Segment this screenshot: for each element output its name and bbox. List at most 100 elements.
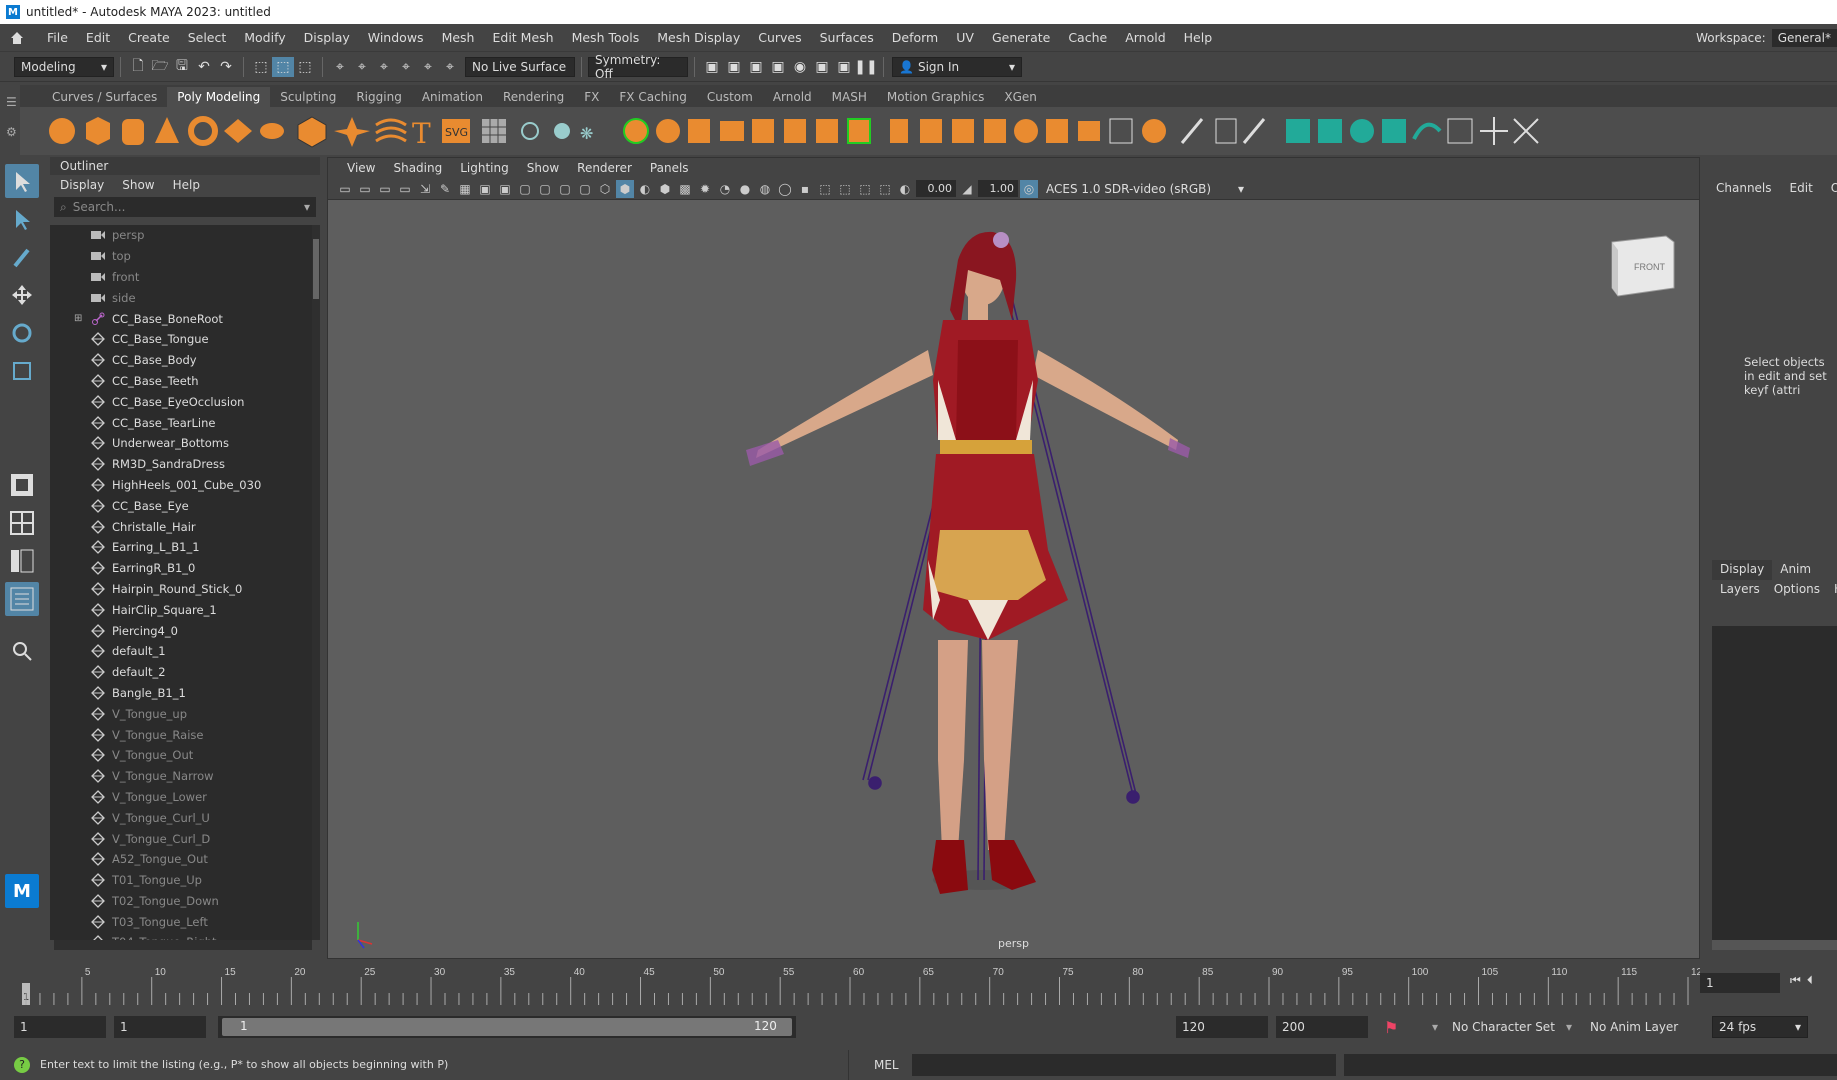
xray-icon[interactable]: ⬚ bbox=[836, 180, 854, 198]
outliner-item[interactable]: V_Tongue_Narrow bbox=[50, 766, 312, 787]
shelf-tab-motion-graphics[interactable]: Motion Graphics bbox=[877, 87, 995, 107]
menu-mesh-tools[interactable]: Mesh Tools bbox=[563, 30, 649, 45]
viewport-menu-shading[interactable]: Shading bbox=[384, 161, 451, 175]
viewport-menu-panels[interactable]: Panels bbox=[641, 161, 698, 175]
home-icon[interactable] bbox=[8, 29, 26, 47]
menu-modify[interactable]: Modify bbox=[235, 30, 294, 45]
render-frame-icon[interactable]: ▣ bbox=[701, 57, 723, 77]
separate-icon[interactable] bbox=[554, 123, 570, 139]
outliner-item[interactable]: Hairpin_Round_Stick_0 bbox=[50, 579, 312, 600]
select-tool-icon[interactable] bbox=[5, 164, 39, 198]
command-input[interactable] bbox=[912, 1054, 1336, 1076]
anim-layer-label[interactable]: No Anim Layer bbox=[1590, 1020, 1678, 1034]
super-shape-icon[interactable] bbox=[334, 117, 370, 147]
poly-cube-icon[interactable] bbox=[86, 117, 110, 145]
textured-icon[interactable]: ▩ bbox=[676, 180, 694, 198]
layer-tab-anim[interactable]: Anim bbox=[1772, 560, 1819, 580]
render-view-icon[interactable]: ▣ bbox=[811, 57, 833, 77]
time-slider[interactable]: 1 5 10 15 20 25 30 35 40 45 50 55 60 65 70 75 80 85 90 95 1… bbox=[0, 963, 1837, 1005]
shelf-tab-fx[interactable]: FX bbox=[574, 87, 609, 107]
arnold-render-icon[interactable]: ▣ bbox=[833, 57, 855, 77]
circularize-icon[interactable] bbox=[1014, 119, 1038, 143]
menu-mesh-display[interactable]: Mesh Display bbox=[648, 30, 749, 45]
layer-menu-item[interactable]: Layers bbox=[1720, 582, 1760, 596]
fill-hole-icon[interactable] bbox=[784, 119, 806, 143]
menu-windows[interactable]: Windows bbox=[359, 30, 433, 45]
workspace-selector[interactable]: Workspace: General* bbox=[1696, 24, 1837, 52]
outliner-horizontal-scrollbar[interactable] bbox=[54, 940, 312, 950]
boolean-icon[interactable] bbox=[623, 118, 649, 144]
xray-active-icon[interactable]: ⬚ bbox=[856, 180, 874, 198]
outliner-item[interactable]: persp bbox=[50, 225, 312, 246]
viewport-menu-renderer[interactable]: Renderer bbox=[568, 161, 641, 175]
shelf-tab-xgen[interactable]: XGen bbox=[994, 87, 1047, 107]
gamma-icon[interactable]: ◢ bbox=[958, 180, 976, 198]
poly-torus-icon[interactable] bbox=[188, 116, 218, 146]
menu-arnold[interactable]: Arnold bbox=[1116, 30, 1174, 45]
svg-tool-icon[interactable]: SVG bbox=[442, 119, 470, 143]
type-tool-icon[interactable]: T bbox=[412, 117, 431, 150]
menu-generate[interactable]: Generate bbox=[983, 30, 1059, 45]
chevron-down-icon[interactable]: ▾ bbox=[1432, 1020, 1438, 1034]
outliner-menu-display[interactable]: Display bbox=[60, 178, 104, 192]
character-model[interactable] bbox=[746, 231, 1190, 894]
chevron-down-icon[interactable]: ▾ bbox=[1566, 1020, 1572, 1034]
outliner-search[interactable]: ⌕ Search... ▾ bbox=[54, 197, 316, 217]
outliner-item[interactable]: CC_Base_Teeth bbox=[50, 371, 312, 392]
wedge-icon[interactable] bbox=[1046, 119, 1068, 143]
layer-list[interactable] bbox=[1712, 626, 1837, 946]
menu-select[interactable]: Select bbox=[179, 30, 236, 45]
poly-plane-icon[interactable] bbox=[224, 119, 252, 143]
safe-action-icon[interactable]: ▢ bbox=[556, 180, 574, 198]
symmetry-dropdown[interactable]: Symmetry: Off bbox=[588, 53, 688, 81]
connect-icon[interactable] bbox=[890, 119, 908, 143]
hypershade-icon[interactable]: ◉ bbox=[789, 57, 811, 77]
outliner-item[interactable]: front bbox=[50, 267, 312, 288]
gamma-field[interactable]: 1.00 bbox=[978, 180, 1018, 197]
outliner-layout-icon[interactable] bbox=[5, 582, 39, 616]
combine-icon[interactable] bbox=[521, 122, 539, 140]
uv-spherical-icon[interactable] bbox=[1350, 119, 1374, 143]
shelf-settings-icon[interactable]: ⚙ bbox=[6, 125, 20, 139]
outliner-item[interactable]: Christalle_Hair bbox=[50, 516, 312, 537]
playback-start-field[interactable]: 1 bbox=[114, 1016, 206, 1038]
sculpt-icon[interactable] bbox=[1180, 118, 1204, 144]
bridge-icon[interactable] bbox=[720, 121, 744, 141]
single-perspective-layout-icon[interactable] bbox=[5, 468, 39, 502]
outliner-item[interactable]: T03_Tongue_Left bbox=[50, 911, 312, 932]
shelf-tab-sculpting[interactable]: Sculpting bbox=[270, 87, 346, 107]
go-to-start-icon[interactable]: ⏮ bbox=[1790, 973, 1801, 988]
outliner-item[interactable]: CC_Base_TearLine bbox=[50, 412, 312, 433]
outliner-item[interactable]: Earring_L_B1_1 bbox=[50, 537, 312, 558]
multi-cut-icon[interactable] bbox=[816, 119, 838, 143]
exposure-icon[interactable]: ◐ bbox=[896, 180, 914, 198]
channel-menu-edit[interactable]: Edit bbox=[1790, 181, 1813, 195]
outliner-item[interactable]: CC_Base_Body bbox=[50, 350, 312, 371]
safe-title-icon[interactable]: ▢ bbox=[576, 180, 594, 198]
shelf-tab-fx-caching[interactable]: FX Caching bbox=[609, 87, 696, 107]
outliner-list[interactable]: persp top front side ⊞ CC_Base_BoneRoot CC_Bas… bbox=[50, 225, 312, 940]
playback-end-field[interactable]: 120 bbox=[1176, 1016, 1268, 1038]
select-object-icon[interactable]: ⬚ bbox=[272, 56, 294, 77]
outliner-item[interactable]: V_Tongue_up bbox=[50, 703, 312, 724]
shelf-tab-curves-surfaces[interactable]: Curves / Surfaces bbox=[42, 87, 167, 107]
range-handle[interactable] bbox=[222, 1018, 792, 1036]
undo-icon[interactable]: ↶ bbox=[193, 57, 215, 77]
poke-icon[interactable] bbox=[1078, 121, 1100, 141]
shelf-menu-icon[interactable]: ☰ bbox=[6, 95, 20, 109]
menu-deform[interactable]: Deform bbox=[883, 30, 947, 45]
platonic-solid-icon[interactable] bbox=[297, 116, 327, 148]
outliner-item[interactable]: ⊞ CC_Base_BoneRoot bbox=[50, 308, 312, 329]
shelf-tab-mash[interactable]: MASH bbox=[822, 87, 877, 107]
motion-blur-icon[interactable]: ◍ bbox=[756, 180, 774, 198]
ipr-render-icon[interactable]: ▣ bbox=[745, 57, 767, 77]
help-icon[interactable]: ? bbox=[14, 1057, 30, 1073]
outliner-item[interactable]: T04_Tongue_Right bbox=[50, 932, 312, 940]
use-lights-icon[interactable]: ✹ bbox=[696, 180, 714, 198]
shelf-tab-arnold[interactable]: Arnold bbox=[763, 87, 822, 107]
mesh-display-icon[interactable] bbox=[482, 119, 506, 143]
chevron-down-icon[interactable]: ▾ bbox=[304, 200, 310, 214]
menu-create[interactable]: Create bbox=[119, 30, 179, 45]
gate-mask-icon[interactable]: ▢ bbox=[516, 180, 534, 198]
uv-auto-icon[interactable] bbox=[1382, 119, 1406, 143]
